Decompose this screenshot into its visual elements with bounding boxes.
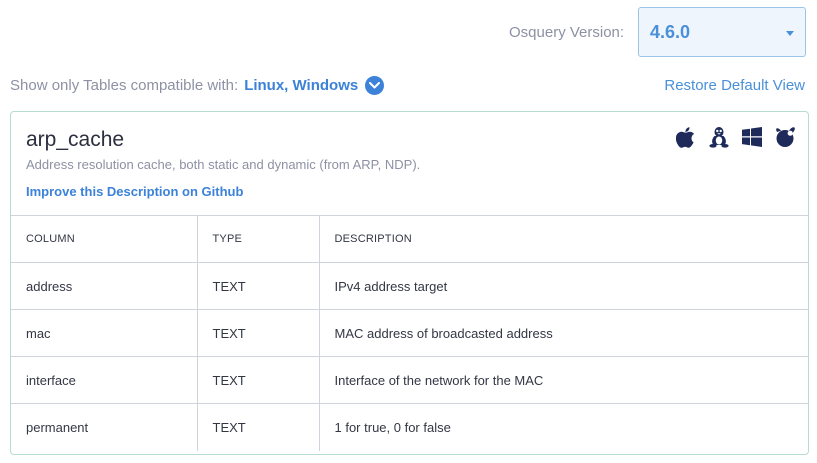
windows-icon <box>742 127 762 147</box>
table-row: mac TEXT MAC address of broadcasted addr… <box>11 309 808 357</box>
table-card: arp_cache Address resolution cache, both… <box>10 111 809 455</box>
apple-icon <box>676 126 696 148</box>
column-description: MAC address of broadcasted address <box>319 309 808 357</box>
column-name: interface <box>11 356 198 404</box>
table-row: address TEXT IPv4 address target <box>11 262 808 310</box>
column-type: TEXT <box>197 309 320 357</box>
column-name: permanent <box>11 403 198 451</box>
column-type: TEXT <box>197 403 320 451</box>
column-description: IPv4 address target <box>319 262 808 310</box>
column-header-column: COLUMN <box>11 215 198 263</box>
osquery-schema-page: Osquery Version: 4.6.0 Show only Tables … <box>0 0 817 463</box>
table-name: arp_cache <box>26 128 125 151</box>
filter-value[interactable]: Linux, Windows <box>244 77 358 94</box>
linux-icon <box>708 126 730 148</box>
freebsd-icon <box>774 126 796 148</box>
filter-label: Show only Tables compatible with: <box>10 77 239 94</box>
platform-icons <box>676 126 796 148</box>
restore-default-view-link[interactable]: Restore Default View <box>664 77 805 94</box>
column-name: address <box>11 262 198 310</box>
table-row: interface TEXT Interface of the network … <box>11 356 808 404</box>
column-header-description: DESCRIPTION <box>319 215 808 263</box>
version-label: Osquery Version: <box>509 24 625 41</box>
version-value: 4.6.0 <box>650 21 691 42</box>
chevron-down-icon[interactable] <box>365 76 385 95</box>
table-description: Address resolution cache, both static an… <box>26 157 421 172</box>
column-description: 1 for true, 0 for false <box>319 403 808 451</box>
improve-description-link[interactable]: Improve this Description on Github <box>26 184 243 199</box>
column-name: mac <box>11 309 198 357</box>
table-header-row: COLUMN TYPE DESCRIPTION <box>11 215 808 263</box>
platform-filter: Show only Tables compatible with: Linux,… <box>10 76 385 95</box>
column-type: TEXT <box>197 262 320 310</box>
schema-table: COLUMN TYPE DESCRIPTION address TEXT IPv… <box>11 215 808 451</box>
column-description: Interface of the network for the MAC <box>319 356 808 404</box>
column-type: TEXT <box>197 356 320 404</box>
version-select[interactable]: 4.6.0 <box>638 7 806 57</box>
column-header-type: TYPE <box>197 215 320 263</box>
caret-down-icon <box>786 31 794 36</box>
table-row: permanent TEXT 1 for true, 0 for false <box>11 403 808 451</box>
